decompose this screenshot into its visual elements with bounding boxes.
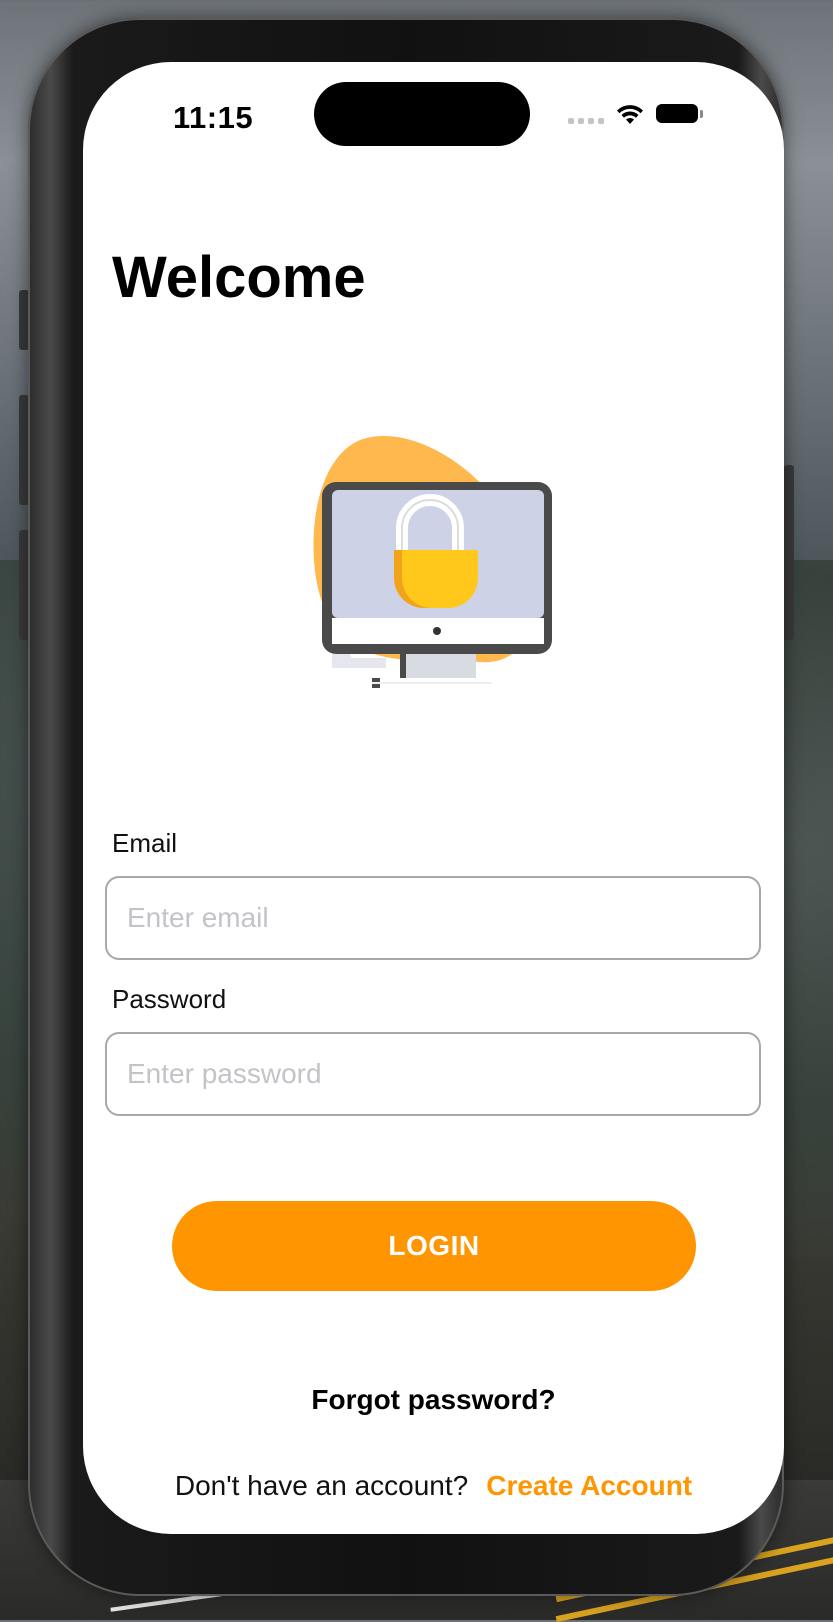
computer-lock-icon [313, 435, 552, 688]
create-account-link[interactable]: Create Account [486, 1470, 692, 1501]
phone-frame: 11:15 Welcome Email Enter email Password… [28, 18, 784, 1596]
power-button [784, 465, 794, 640]
password-field[interactable] [105, 1032, 761, 1116]
password-label: Password [112, 984, 227, 1014]
battery-icon [656, 104, 698, 123]
wifi-icon [617, 105, 643, 124]
phone-screen: 11:15 Welcome Email Enter email Password… [83, 62, 784, 1534]
email-label: Email [112, 828, 178, 858]
email-field[interactable] [105, 876, 761, 960]
signup-row: Don't have an account? Create Account [83, 1470, 784, 1502]
signup-prompt: Don't have an account? [174, 1470, 469, 1501]
page-title: Welcome [112, 245, 366, 310]
status-time: 11:15 [173, 100, 254, 135]
login-button[interactable]: LOGIN [172, 1201, 696, 1291]
dynamic-island [314, 82, 530, 146]
forgot-password-link[interactable]: Forgot password? [83, 1384, 784, 1416]
cellular-signal-icon [568, 118, 604, 124]
battery-tip [700, 110, 703, 118]
